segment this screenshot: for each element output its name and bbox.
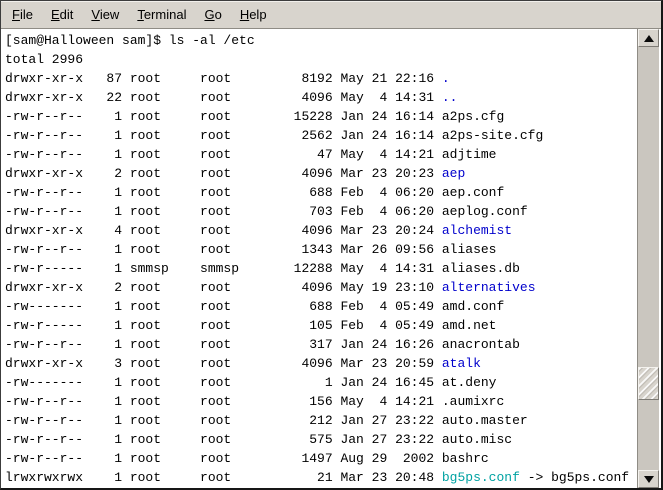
terminal-output[interactable]: [sam@Halloween sam]$ ls -al /etc total 29… — [1, 29, 637, 488]
terminal-line: -rw-r--r-- 1 root root 703 Feb 4 06:20 a… — [5, 202, 637, 221]
terminal-text: -rw-r--r-- 1 root root 47 May 4 14:21 ad… — [5, 147, 496, 162]
terminal-line: -rw-r--r-- 1 root root 575 Jan 27 23:22 … — [5, 430, 637, 449]
terminal-line: -rw-r--r-- 1 root root 212 Jan 27 23:22 … — [5, 411, 637, 430]
directory-name: alternatives — [442, 280, 536, 295]
terminal-text: drwxr-xr-x 22 root root 4096 May 4 14:31 — [5, 90, 442, 105]
menu-item-terminal[interactable]: Terminal — [128, 6, 195, 24]
terminal-text: -rw-r--r-- 1 root root 317 Jan 24 16:26 … — [5, 337, 520, 352]
terminal-text: drwxr-xr-x 4 root root 4096 Mar 23 20:24 — [5, 223, 442, 238]
terminal-text: -rw-r--r-- 1 root root 1497 Aug 29 2002 … — [5, 451, 489, 466]
terminal-line: -rw------- 1 root root 688 Feb 4 05:49 a… — [5, 297, 637, 316]
terminal-text: [sam@Halloween sam]$ ls -al /etc — [5, 33, 255, 48]
down-arrow-icon — [644, 476, 654, 483]
directory-name: aep — [442, 166, 465, 181]
terminal-line: -rw-r--r-- 1 root root 47 May 4 14:21 ad… — [5, 145, 637, 164]
terminal-line: drwxr-xr-x 4 root root 4096 Mar 23 20:24… — [5, 221, 637, 240]
scroll-down-button[interactable] — [638, 470, 659, 488]
scroll-up-button[interactable] — [638, 29, 659, 47]
terminal-line: -rw-r--r-- 1 root root 317 Jan 24 16:26 … — [5, 335, 637, 354]
terminal-content: [sam@Halloween sam]$ ls -al /etc total 29… — [1, 29, 661, 488]
menu-item-view[interactable]: View — [82, 6, 128, 24]
terminal-text: -rw-r--r-- 1 root root 703 Feb 4 06:20 a… — [5, 204, 528, 219]
scrollbar-trough[interactable] — [638, 47, 659, 470]
terminal-text: -> bg5ps.conf — [520, 470, 629, 485]
terminal-line: -rw-r--r-- 1 root root 1497 Aug 29 2002 … — [5, 449, 637, 468]
terminal-line: -rw-r----- 1 smmsp smmsp 12288 May 4 14:… — [5, 259, 637, 278]
menu-item-help[interactable]: Help — [231, 6, 276, 24]
terminal-window: FileEditViewTerminalGoHelp [sam@Hallowee… — [0, 0, 663, 490]
directory-name: atalk — [442, 356, 481, 371]
terminal-text: drwxr-xr-x 2 root root 4096 May 19 23:10 — [5, 280, 442, 295]
terminal-text: drwxr-xr-x 87 root root 8192 May 21 22:1… — [5, 71, 442, 86]
scrollbar[interactable] — [637, 29, 659, 488]
terminal-line: -rw------- 1 root root 1 Jan 24 16:45 at… — [5, 373, 637, 392]
terminal-text: -rw------- 1 root root 1 Jan 24 16:45 at… — [5, 375, 496, 390]
menu-bar: FileEditViewTerminalGoHelp — [1, 1, 661, 29]
terminal-text: drwxr-xr-x 2 root root 4096 Mar 23 20:23 — [5, 166, 442, 181]
terminal-text: -rw-r--r-- 1 root root 156 May 4 14:21 .… — [5, 394, 504, 409]
terminal-line: drwxr-xr-x 2 root root 4096 Mar 23 20:23… — [5, 164, 637, 183]
terminal-text: drwxr-xr-x 3 root root 4096 Mar 23 20:59 — [5, 356, 442, 371]
menu-item-file[interactable]: File — [3, 6, 42, 24]
terminal-line: -rw-r----- 1 root root 105 Feb 4 05:49 a… — [5, 316, 637, 335]
terminal-text: -rw-r--r-- 1 root root 2562 Jan 24 16:14… — [5, 128, 543, 143]
terminal-line: [sam@Halloween sam]$ ls -al /etc — [5, 31, 637, 50]
terminal-text: -rw-r----- 1 smmsp smmsp 12288 May 4 14:… — [5, 261, 520, 276]
directory-name: . — [442, 71, 450, 86]
menu-item-go[interactable]: Go — [195, 6, 230, 24]
terminal-text: -rw-r--r-- 1 root root 1343 Mar 26 09:56… — [5, 242, 496, 257]
terminal-text: -rw-r----- 1 root root 105 Feb 4 05:49 a… — [5, 318, 496, 333]
symlink-name: bg5ps.conf — [442, 470, 520, 485]
terminal-line: -rw-r--r-- 1 root root 688 Feb 4 06:20 a… — [5, 183, 637, 202]
terminal-line: lrwxrwxrwx 1 root root 21 Mar 23 20:48 b… — [5, 468, 637, 487]
terminal-text: -rw-r--r-- 1 root root 575 Jan 27 23:22 … — [5, 432, 512, 447]
terminal-line: -rw-r--r-- 1 root root 1343 Mar 26 09:56… — [5, 240, 637, 259]
terminal-line: -rw-r--r-- 1 root root 15228 Jan 24 16:1… — [5, 107, 637, 126]
terminal-line: drwxr-xr-x 87 root root 8192 May 21 22:1… — [5, 69, 637, 88]
directory-name: .. — [442, 90, 458, 105]
terminal-line: drwxr-xr-x 3 root root 4096 Mar 23 20:59… — [5, 354, 637, 373]
terminal-line: drwxr-xr-x 2 root root 4096 May 19 23:10… — [5, 278, 637, 297]
terminal-text: -rw-r--r-- 1 root root 15228 Jan 24 16:1… — [5, 109, 504, 124]
terminal-line: -rw-r--r-- 1 root root 156 May 4 14:21 .… — [5, 392, 637, 411]
terminal-line: -rw-r--r-- 1 root root 2562 Jan 24 16:14… — [5, 126, 637, 145]
terminal-line: drwxr-xr-x 22 root root 4096 May 4 14:31… — [5, 88, 637, 107]
terminal-text: -rw-r--r-- 1 root root 212 Jan 27 23:22 … — [5, 413, 528, 428]
scrollbar-thumb[interactable] — [638, 367, 659, 400]
up-arrow-icon — [644, 35, 654, 42]
directory-name: alchemist — [442, 223, 512, 238]
terminal-text: total 2996 — [5, 52, 83, 67]
terminal-text: -rw-r--r-- 1 root root 688 Feb 4 06:20 a… — [5, 185, 504, 200]
terminal-text: lrwxrwxrwx 1 root root 21 Mar 23 20:48 — [5, 470, 442, 485]
terminal-line: total 2996 — [5, 50, 637, 69]
menu-item-edit[interactable]: Edit — [42, 6, 82, 24]
terminal-text: -rw------- 1 root root 688 Feb 4 05:49 a… — [5, 299, 504, 314]
